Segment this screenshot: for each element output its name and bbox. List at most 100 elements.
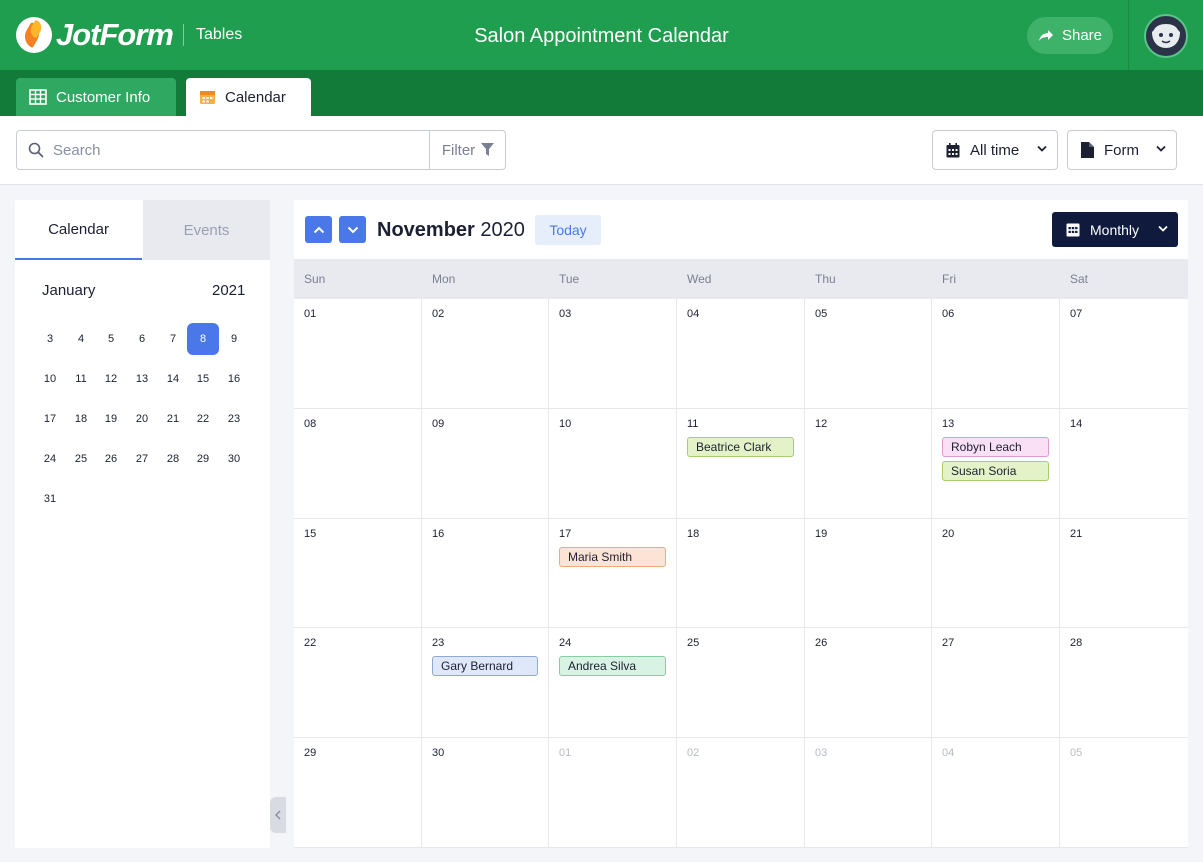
sidebar-tab-calendar[interactable]: Calendar: [15, 200, 142, 260]
mini-calendar-day[interactable]: 15: [187, 363, 219, 395]
sidebar-collapse-handle[interactable]: [270, 797, 286, 833]
calendar-day-cell[interactable]: 09: [422, 409, 549, 519]
mini-calendar-day[interactable]: 5: [95, 323, 127, 355]
calendar-day-cell[interactable]: 27: [932, 628, 1060, 738]
calendar-day-cell[interactable]: 05: [805, 299, 932, 409]
time-range-dropdown[interactable]: All time: [932, 130, 1058, 170]
appointment-event[interactable]: Beatrice Clark: [687, 437, 794, 457]
calendar-day-cell[interactable]: 15: [294, 519, 422, 628]
mini-calendar-day[interactable]: 17: [34, 403, 66, 435]
calendar-day-cell[interactable]: 06: [932, 299, 1060, 409]
mini-calendar-day[interactable]: 14: [157, 363, 189, 395]
day-number: 27: [942, 637, 955, 649]
share-button[interactable]: Share: [1027, 17, 1113, 54]
mini-calendar-day[interactable]: 22: [187, 403, 219, 435]
calendar-day-cell[interactable]: 26: [805, 628, 932, 738]
filter-button[interactable]: Filter: [429, 131, 506, 169]
today-button[interactable]: Today: [535, 215, 601, 245]
calendar-day-cell[interactable]: 01: [549, 738, 677, 848]
calendar-day-cell[interactable]: 02: [422, 299, 549, 409]
calendar-day-cell[interactable]: 13 Robyn Leach Susan Soria: [932, 409, 1060, 519]
mini-calendar-day[interactable]: 20: [126, 403, 158, 435]
calendar-day-cell[interactable]: 18: [677, 519, 805, 628]
mini-calendar-day[interactable]: 6: [126, 323, 158, 355]
appointment-event[interactable]: Robyn Leach: [942, 437, 1049, 457]
previous-month-button[interactable]: [305, 216, 332, 243]
mini-calendar-day[interactable]: 21: [157, 403, 189, 435]
mini-calendar-day[interactable]: 31: [34, 483, 66, 515]
form-label: Form: [1104, 141, 1139, 159]
mini-calendar-day[interactable]: 12: [95, 363, 127, 395]
tab-label: Customer Info: [56, 88, 151, 106]
avatar[interactable]: [1144, 14, 1188, 58]
day-number: 15: [304, 528, 317, 540]
mini-calendar-day[interactable]: 28: [157, 443, 189, 475]
day-number: 29: [304, 747, 317, 759]
calendar-day-cell[interactable]: 02: [677, 738, 805, 848]
calendar-day-cell[interactable]: 04: [932, 738, 1060, 848]
mini-calendar-day[interactable]: 25: [65, 443, 97, 475]
mini-calendar-day[interactable]: 30: [218, 443, 250, 475]
next-month-button[interactable]: [339, 216, 366, 243]
calendar-day-cell[interactable]: 11 Beatrice Clark: [677, 409, 805, 519]
jotform-logo[interactable]: JotForm: [16, 15, 174, 55]
calendar-day-cell[interactable]: 12: [805, 409, 932, 519]
calendar-day-cell[interactable]: 25: [677, 628, 805, 738]
weekday-label: Wed: [687, 272, 712, 286]
mini-calendar-day[interactable]: 9: [218, 323, 250, 355]
tab-bar: Customer Info Calendar: [0, 70, 1203, 116]
mini-calendar-day[interactable]: 23: [218, 403, 250, 435]
calendar-day-cell[interactable]: 01: [294, 299, 422, 409]
calendar-day-cell[interactable]: 29: [294, 738, 422, 848]
calendar-day-cell[interactable]: 03: [805, 738, 932, 848]
calendar-day-cell[interactable]: 19: [805, 519, 932, 628]
calendar-day-cell[interactable]: 07: [1060, 299, 1188, 409]
calendar-day-cell[interactable]: 14: [1060, 409, 1188, 519]
mini-calendar-day[interactable]: 11: [65, 363, 97, 395]
mini-calendar-day[interactable]: 16: [218, 363, 250, 395]
mini-calendar-day[interactable]: 18: [65, 403, 97, 435]
mini-calendar-day[interactable]: 8: [187, 323, 219, 355]
logo-text: JotForm: [56, 17, 174, 52]
mini-calendar-month[interactable]: January: [42, 282, 95, 299]
calendar-day-cell[interactable]: 24 Andrea Silva: [549, 628, 677, 738]
mini-calendar-year[interactable]: 2021: [212, 282, 245, 299]
appointment-event[interactable]: Maria Smith: [559, 547, 666, 567]
calendar-day-cell[interactable]: 23 Gary Bernard: [422, 628, 549, 738]
calendar-day-cell[interactable]: 10: [549, 409, 677, 519]
calendar-day-cell[interactable]: 05: [1060, 738, 1188, 848]
mini-calendar-day[interactable]: 7: [157, 323, 189, 355]
mini-calendar-day[interactable]: 26: [95, 443, 127, 475]
search-input[interactable]: [53, 132, 423, 168]
calendar-day-cell[interactable]: 20: [932, 519, 1060, 628]
mini-calendar-day[interactable]: 4: [65, 323, 97, 355]
mini-calendar-day[interactable]: 10: [34, 363, 66, 395]
mini-calendar-day[interactable]: 29: [187, 443, 219, 475]
sidebar-tab-events[interactable]: Events: [143, 200, 270, 260]
calendar-day-cell[interactable]: 17 Maria Smith: [549, 519, 677, 628]
tab-customer-info[interactable]: Customer Info: [16, 78, 176, 116]
calendar-day-cell[interactable]: 16: [422, 519, 549, 628]
calendar-day-cell[interactable]: 03: [549, 299, 677, 409]
table-grid-icon: [29, 89, 47, 105]
calendar-day-cell[interactable]: 22: [294, 628, 422, 738]
calendar-day-cell[interactable]: 28: [1060, 628, 1188, 738]
tab-calendar[interactable]: Calendar: [186, 78, 311, 116]
day-number: 09: [432, 418, 445, 430]
calendar-day-cell[interactable]: 30: [422, 738, 549, 848]
mini-calendar-day[interactable]: 27: [126, 443, 158, 475]
mini-calendar-day[interactable]: 19: [95, 403, 127, 435]
mini-calendar-day[interactable]: 24: [34, 443, 66, 475]
mini-calendar-day[interactable]: 3: [34, 323, 66, 355]
appointment-event[interactable]: Gary Bernard: [432, 656, 538, 676]
mini-calendar-day[interactable]: 13: [126, 363, 158, 395]
form-dropdown[interactable]: Form: [1067, 130, 1177, 170]
section-label[interactable]: Tables: [183, 24, 242, 46]
view-mode-dropdown[interactable]: Monthly: [1052, 212, 1178, 247]
view-mode-value: Monthly: [1090, 221, 1140, 238]
calendar-day-cell[interactable]: 08: [294, 409, 422, 519]
appointment-event[interactable]: Andrea Silva: [559, 656, 666, 676]
calendar-day-cell[interactable]: 04: [677, 299, 805, 409]
appointment-event[interactable]: Susan Soria: [942, 461, 1049, 481]
calendar-day-cell[interactable]: 21: [1060, 519, 1188, 628]
